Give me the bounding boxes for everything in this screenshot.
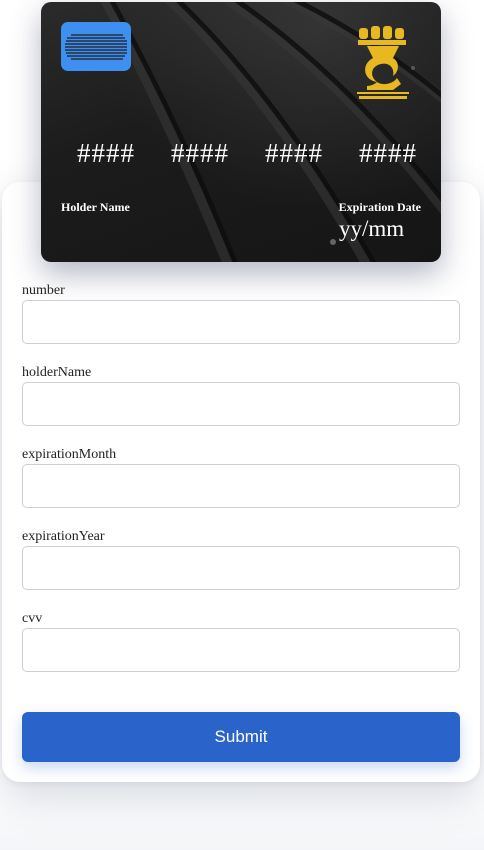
- cvv-input[interactable]: [22, 628, 460, 672]
- credit-card-preview: #### #### #### #### Holder Name Expirati…: [41, 2, 441, 262]
- card-expiration-label: Expiration Date: [338, 200, 421, 214]
- card-number-group-3: ####: [265, 138, 323, 168]
- card-number-group-2: ####: [171, 138, 229, 168]
- cvv-label: cvv: [22, 611, 43, 626]
- holder-name-input[interactable]: [22, 382, 460, 426]
- number-label: number: [22, 283, 65, 298]
- card-chip-icon: [61, 22, 131, 71]
- card-holder-label: Holder Name: [61, 200, 130, 214]
- card-number-group-1: ####: [77, 138, 135, 168]
- submit-button[interactable]: Submit: [22, 712, 460, 762]
- bank-logo-icon: [357, 26, 409, 99]
- card-number-display: #### #### #### ####: [77, 138, 417, 169]
- card-expiration-value: yy/mm: [339, 216, 405, 241]
- number-input[interactable]: [22, 300, 460, 344]
- expiration-month-label: expirationMonth: [22, 447, 117, 462]
- holder-name-label: holderName: [22, 365, 92, 380]
- card-number-group-4: ####: [359, 138, 417, 168]
- expiration-year-label: expirationYear: [22, 529, 105, 544]
- expiration-month-input[interactable]: [22, 464, 460, 508]
- expiration-year-input[interactable]: [22, 546, 460, 590]
